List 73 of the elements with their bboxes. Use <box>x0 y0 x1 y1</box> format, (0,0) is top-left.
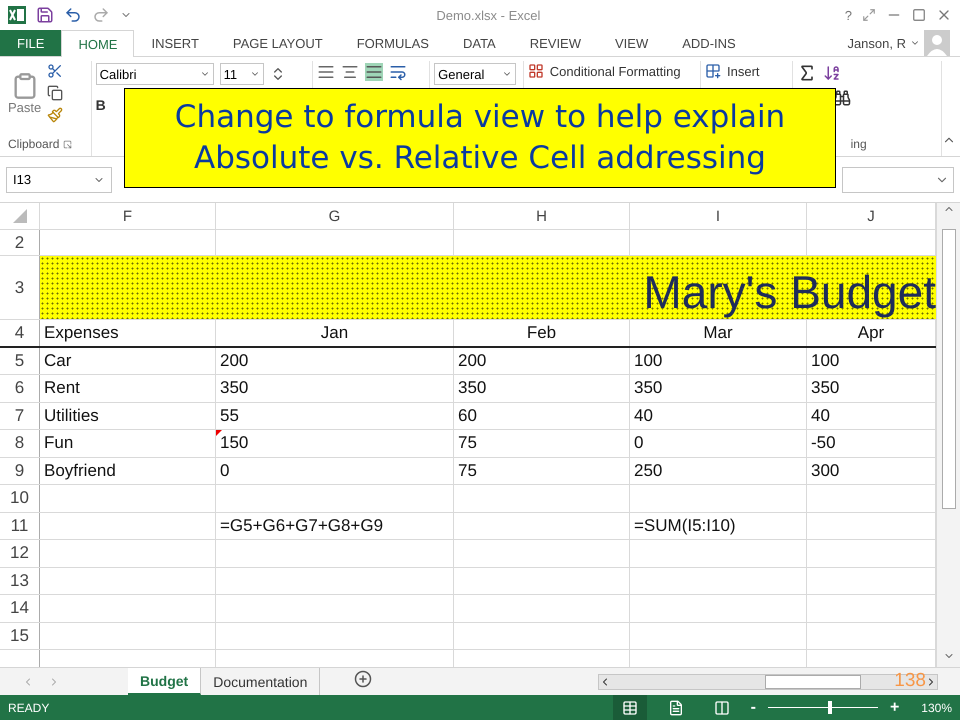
table-cell: Fun <box>40 430 216 456</box>
zoom-level[interactable]: 130% <box>911 700 952 714</box>
table-cell: 40 <box>630 402 807 429</box>
help-button[interactable]: ? <box>844 8 852 22</box>
table-cell: Car <box>40 348 216 374</box>
table-cell: 350 <box>216 375 454 402</box>
table-cell: Jan <box>216 320 454 346</box>
number-format-dropdown[interactable]: General <box>434 63 516 85</box>
table-cell: 350 <box>454 375 630 402</box>
window-title: Demo.xlsx - Excel <box>435 8 542 22</box>
launcher-icon[interactable] <box>63 140 72 148</box>
table-cell: =SUM(I5:I10) <box>630 512 807 539</box>
sheet-title: Mary's Budget <box>40 256 936 319</box>
table-cell: 75 <box>454 430 630 456</box>
table-cell: Mar <box>630 320 807 346</box>
table-cell: 55 <box>216 402 454 429</box>
file-tab[interactable]: FILE <box>0 30 62 56</box>
table-cell: =G5+G6+G7+G8+G9 <box>216 512 454 539</box>
insert-cells-icon[interactable] <box>705 63 722 79</box>
status-text: READY <box>8 700 50 714</box>
ribbon-tab[interactable]: HOME <box>61 30 134 57</box>
table-cell: Rent <box>40 375 216 402</box>
sort-icon[interactable] <box>822 64 841 82</box>
excel-logo-icon <box>8 6 26 24</box>
group-label: ing <box>850 137 867 151</box>
insert-button[interactable]: Insert <box>727 64 760 78</box>
name-box[interactable]: I13 <box>6 166 112 192</box>
scrollbar-thumb[interactable] <box>765 674 861 688</box>
font-name-dropdown[interactable]: Calibri <box>96 63 214 85</box>
copy-icon[interactable] <box>47 85 64 101</box>
zoom-thumb[interactable] <box>828 701 832 714</box>
table-cell: Feb <box>454 320 630 346</box>
paintbrush-icon[interactable] <box>47 107 64 123</box>
group-label: Clipboard <box>8 137 60 151</box>
columns-icon[interactable] <box>714 700 730 716</box>
add-sheet-icon[interactable] <box>354 670 372 688</box>
bold-button[interactable]: B <box>96 97 106 113</box>
save-icon[interactable] <box>36 6 54 24</box>
table-cell: 200 <box>216 348 454 374</box>
table-cell: 350 <box>630 375 807 402</box>
conditional-formatting-icon[interactable] <box>528 63 544 79</box>
maximize-icon[interactable] <box>912 8 926 22</box>
slide-number: 138 <box>894 670 926 692</box>
table-cell: 100 <box>630 348 807 374</box>
sheet-tab[interactable]: Budget <box>128 668 202 695</box>
callout-text: Absolute vs. Relative Cell addressing <box>194 139 766 178</box>
table-cell: 200 <box>454 348 630 374</box>
font-size-dropdown[interactable]: 11 <box>220 63 264 85</box>
table-cell: 60 <box>454 402 630 429</box>
grid-icon[interactable] <box>622 700 638 716</box>
table-cell: Utilities <box>40 402 216 429</box>
table-cell: 75 <box>454 458 630 484</box>
zoom-out-button[interactable]: - <box>750 698 756 716</box>
table-cell: 150 <box>216 430 454 456</box>
ribbon-display-icon[interactable] <box>862 8 876 22</box>
wrap-text-icon[interactable] <box>388 63 407 81</box>
table-cell: Expenses <box>40 320 216 346</box>
undo-icon[interactable] <box>64 6 82 24</box>
scrollbar-thumb[interactable] <box>942 229 956 509</box>
align-top-icon[interactable] <box>316 63 335 81</box>
zoom-in-button[interactable]: + <box>890 698 900 716</box>
callout-text: Change to formula view to help explain <box>174 98 786 137</box>
table-cell: 0 <box>216 458 454 484</box>
table-cell: 250 <box>630 458 807 484</box>
page-icon[interactable] <box>668 700 684 716</box>
user-name[interactable]: Janson, R <box>847 36 910 50</box>
paste-label[interactable]: Paste <box>8 100 42 114</box>
table-cell: 0 <box>630 430 807 456</box>
align-bottom-button[interactable] <box>364 63 383 81</box>
table-cell: Boyfriend <box>40 458 216 484</box>
conditional-formatting-button[interactable]: Conditional Formatting <box>550 64 681 78</box>
scissors-icon[interactable] <box>47 63 64 79</box>
align-middle-icon[interactable] <box>340 63 359 81</box>
